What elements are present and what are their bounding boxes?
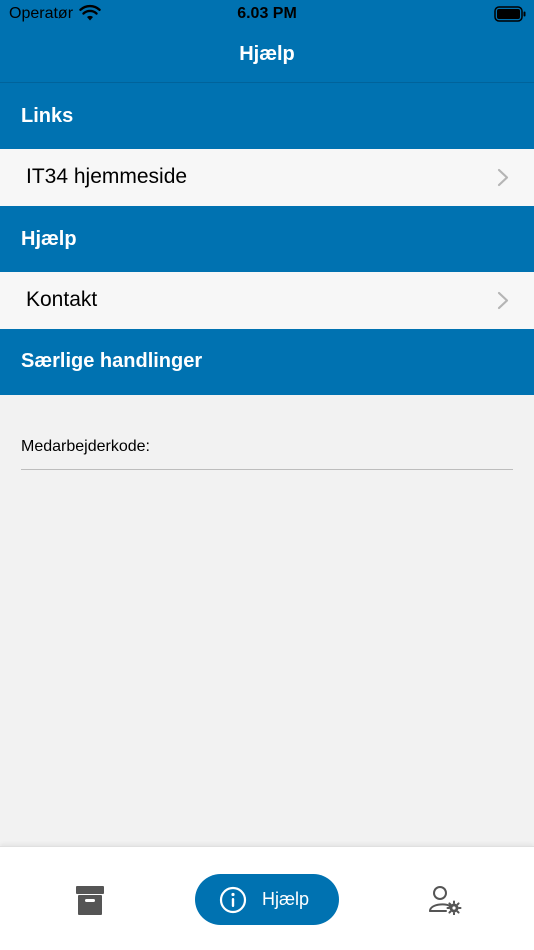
status-bar: Operatør 6.03 PM — [0, 0, 534, 30]
section-title: Hjælp — [21, 228, 77, 250]
list-item-it34-homepage[interactable]: IT34 hjemmeside — [0, 149, 534, 206]
tab-help[interactable]: Hjælp — [195, 874, 339, 925]
info-icon — [219, 886, 247, 914]
section-title: Links — [21, 105, 74, 127]
chevron-right-icon — [497, 291, 509, 310]
navigation-bar: Hjælp — [0, 30, 534, 83]
section-header-help: Hjælp — [0, 206, 534, 272]
user-settings-icon[interactable] — [428, 885, 462, 915]
chevron-right-icon — [497, 168, 509, 187]
employee-code-label: Medarbejderkode: — [21, 438, 150, 455]
section-header-special-actions: Særlige handlinger — [0, 329, 534, 395]
tab-help-label: Hjælp — [262, 889, 310, 909]
tab-bar: Hjælp — [0, 846, 534, 950]
section-header-links: Links — [0, 83, 534, 149]
list-item-contact[interactable]: Kontakt — [0, 272, 534, 329]
archive-icon[interactable] — [70, 881, 110, 921]
list-item-label: IT34 hjemmeside — [26, 165, 188, 188]
employee-code-input[interactable] — [21, 458, 513, 470]
section-title: Særlige handlinger — [21, 350, 203, 372]
list-item-label: Kontakt — [26, 288, 98, 311]
battery-icon — [494, 6, 526, 22]
page-title: Hjælp — [239, 43, 295, 65]
status-time: 6.03 PM — [237, 5, 297, 22]
